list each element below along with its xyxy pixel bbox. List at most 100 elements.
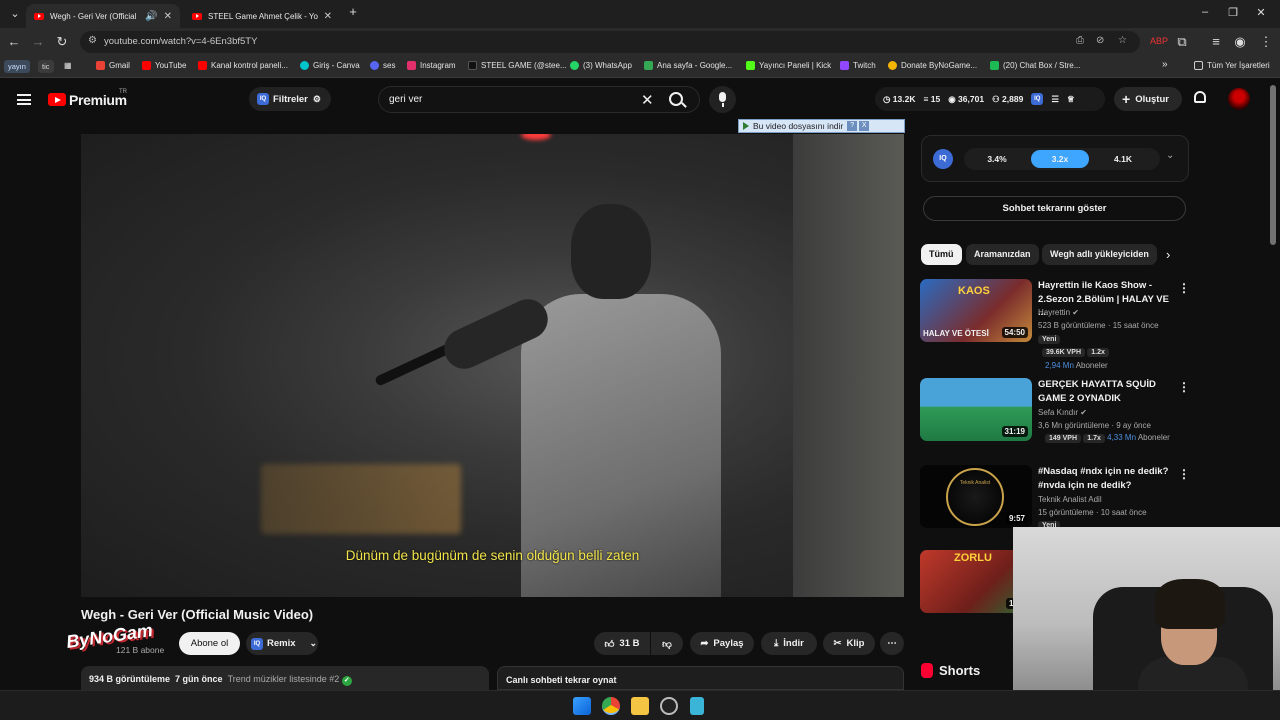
- vidiq-metric-multiplier[interactable]: 3.2x: [1031, 150, 1089, 168]
- account-avatar[interactable]: [1228, 88, 1250, 110]
- clip-button[interactable]: ✂ Klip: [823, 632, 875, 655]
- obs-icon[interactable]: [660, 697, 678, 715]
- vidiq-logo-icon[interactable]: IQ: [933, 149, 953, 169]
- more-options-icon[interactable]: ⋮: [1178, 467, 1190, 481]
- help-icon[interactable]: ?: [847, 121, 858, 131]
- more-options-icon[interactable]: ⋮: [1178, 380, 1190, 394]
- channel-name[interactable]: Hayrettin ✔: [1038, 308, 1079, 317]
- bookmark-canva[interactable]: Giriş - Canva: [300, 61, 360, 70]
- channel-name[interactable]: Teknik Analist Adil: [1038, 495, 1102, 504]
- more-actions-icon[interactable]: ⋯: [880, 632, 904, 655]
- clear-search-icon[interactable]: ✕: [641, 91, 654, 109]
- channel-name[interactable]: Sefa Kındır ✔: [1038, 408, 1087, 417]
- bookmark-folder-yayin[interactable]: yayın: [4, 60, 30, 73]
- related-video-card[interactable]: KAOS HALAY VE ÖTESİ 54:50 Hayrettin ile …: [920, 279, 1190, 374]
- address-bar[interactable]: ⚙ youtube.com/watch?v=4-6En3bf5TY ⎙ ⊘ ☆: [80, 31, 1140, 53]
- new-tab-icon[interactable]: +: [344, 4, 362, 19]
- remix-button[interactable]: IQ Remix ⌄: [246, 632, 318, 655]
- close-icon[interactable]: X: [859, 121, 870, 131]
- chip-all[interactable]: Tümü: [921, 244, 962, 265]
- search-box[interactable]: geri ver ✕: [378, 86, 700, 113]
- video-title[interactable]: #Nasdaq #ndx için ne dedik? #nvda için n…: [1038, 465, 1174, 492]
- media-icon[interactable]: ≡: [1208, 34, 1224, 49]
- apps-icon[interactable]: ▦: [64, 61, 72, 70]
- bookmark-chatbox[interactable]: (20) Chat Box / Stre...: [990, 61, 1080, 70]
- bookmark-folder-tic[interactable]: tic: [38, 60, 54, 73]
- bookmark-ses[interactable]: ses: [370, 61, 395, 70]
- site-info-icon[interactable]: ⚙: [88, 35, 97, 46]
- bookmark-twitch[interactable]: Twitch: [840, 61, 876, 70]
- close-tab-icon[interactable]: ✕: [324, 11, 332, 22]
- bookmark-star-icon[interactable]: ☆: [1118, 35, 1127, 46]
- download-button[interactable]: ⤓ İndir: [761, 632, 817, 655]
- install-icon[interactable]: ⎙: [1076, 35, 1084, 46]
- all-bookmarks[interactable]: Tüm Yer İşaretleri: [1194, 61, 1270, 70]
- show-chat-replay-button[interactable]: Sohbet tekrarını göster: [923, 196, 1186, 221]
- chevron-right-icon[interactable]: ›: [1166, 247, 1170, 262]
- share-button[interactable]: ➦ Paylaş: [690, 632, 754, 655]
- tab-inactive[interactable]: STEEL Game Ahmet Çelik - You ✕: [184, 4, 340, 28]
- maximize-icon[interactable]: ❐: [1224, 6, 1242, 19]
- video-thumbnail[interactable]: 31:19: [920, 378, 1032, 441]
- subscribe-button[interactable]: Abone ol: [179, 632, 240, 655]
- bookmark-tiktok[interactable]: STEEL GAME (@stee...: [468, 61, 567, 70]
- bookmark-youtube[interactable]: YouTube: [142, 61, 186, 70]
- video-thumbnail[interactable]: KAOS HALAY VE ÖTESİ 54:50: [920, 279, 1032, 342]
- bookmark-instagram[interactable]: Instagram: [407, 61, 456, 70]
- bookmark-google[interactable]: Ana sayfa - Google...: [644, 61, 732, 70]
- forward-icon[interactable]: →: [30, 34, 46, 49]
- hamburger-menu-icon[interactable]: [17, 94, 31, 105]
- minimize-icon[interactable]: –: [1196, 6, 1214, 18]
- file-explorer-icon[interactable]: [631, 697, 649, 715]
- video-title[interactable]: GERÇEK HAYATTA SQUİD GAME 2 OYNADIK: [1038, 378, 1174, 405]
- tab-search-icon[interactable]: ⌄: [6, 7, 24, 20]
- page-scrollbar[interactable]: [1270, 85, 1276, 245]
- description-box[interactable]: 934 B görüntüleme 7 gün önce Trend müzik…: [81, 666, 489, 690]
- video-thumbnail[interactable]: Teknik Analist 9:57: [920, 465, 1032, 528]
- close-tab-icon[interactable]: ✕: [164, 11, 172, 22]
- more-options-icon[interactable]: ⋮: [1178, 281, 1190, 295]
- trend-rank[interactable]: Trend müzikler listesinde #2: [228, 674, 340, 684]
- video-player[interactable]: Dünüm de bugünüm de senin olduğun belli …: [81, 134, 904, 597]
- youtube-logo-icon[interactable]: [48, 93, 66, 106]
- related-video-card[interactable]: 31:19 GERÇEK HAYATTA SQUİD GAME 2 OYNADI…: [920, 378, 1190, 448]
- create-button[interactable]: + Oluştur: [1114, 87, 1182, 111]
- profile-icon[interactable]: ◉: [1232, 34, 1248, 50]
- notepad-icon[interactable]: [690, 697, 704, 715]
- back-icon[interactable]: ←: [6, 34, 22, 49]
- menu-icon[interactable]: ⋮: [1258, 34, 1274, 50]
- windows-start-icon[interactable]: [573, 697, 591, 715]
- close-window-icon[interactable]: ✕: [1252, 6, 1270, 19]
- bookmark-kanal[interactable]: Kanal kontrol paneli...: [198, 61, 288, 70]
- chip-from-uploader[interactable]: Wegh adlı yükleyiciden: [1042, 244, 1157, 265]
- reload-icon[interactable]: ↻: [54, 34, 70, 50]
- vidiq-metric-rate[interactable]: 3.4%: [968, 150, 1026, 168]
- trophy-icon[interactable]: ♕: [1067, 94, 1075, 105]
- dislike-button[interactable]: 👎︎: [651, 632, 683, 655]
- bookmark-whatsapp[interactable]: (3) WhatsApp: [570, 61, 632, 70]
- chip-from-search[interactable]: Aramanızdan: [966, 244, 1039, 265]
- related-video-card[interactable]: Teknik Analist 9:57 #Nasdaq #ndx için ne…: [920, 465, 1190, 530]
- vidiq-metric-count[interactable]: 4.1K: [1094, 150, 1152, 168]
- adblock-icon[interactable]: ABP: [1150, 36, 1168, 46]
- chat-replay-header[interactable]: Canlı sohbeti tekrar oynat: [497, 666, 904, 690]
- like-button[interactable]: 👍︎ 31 B: [594, 632, 650, 655]
- more-bookmarks-icon[interactable]: »: [1162, 59, 1168, 70]
- search-icon[interactable]: [669, 92, 683, 106]
- bookmark-bynogame[interactable]: Donate ByNoGame...: [888, 61, 977, 70]
- extensions-icon[interactable]: ⧉: [1174, 34, 1190, 50]
- filters-button[interactable]: IQ Filtreler ⚙: [249, 87, 331, 111]
- vidiq-icon[interactable]: IQ: [1031, 93, 1044, 105]
- list-icon[interactable]: ☰: [1051, 94, 1059, 105]
- vidiq-stats-bar[interactable]: ◷ 13.2K ≡ 15 ◉ 36,701 ⚇ 2,889 IQ ☰ ♕: [875, 87, 1105, 111]
- shorts-section-header[interactable]: Shorts: [921, 663, 980, 678]
- speaker-icon[interactable]: 🔊: [145, 11, 157, 22]
- voice-search-icon[interactable]: [709, 86, 736, 113]
- eye-off-icon[interactable]: ⊘: [1096, 35, 1104, 46]
- bookmark-gmail[interactable]: Gmail: [96, 61, 130, 70]
- chevron-down-icon[interactable]: ⌄: [1166, 150, 1174, 161]
- bookmark-kick[interactable]: Yayıncı Paneli | Kick: [746, 61, 831, 70]
- download-video-bar[interactable]: Bu video dosyasını indir ? X: [738, 119, 905, 133]
- chrome-icon[interactable]: [602, 697, 620, 715]
- tab-active[interactable]: Wegh - Geri Ver (Official Mu 🔊 ✕: [26, 4, 180, 28]
